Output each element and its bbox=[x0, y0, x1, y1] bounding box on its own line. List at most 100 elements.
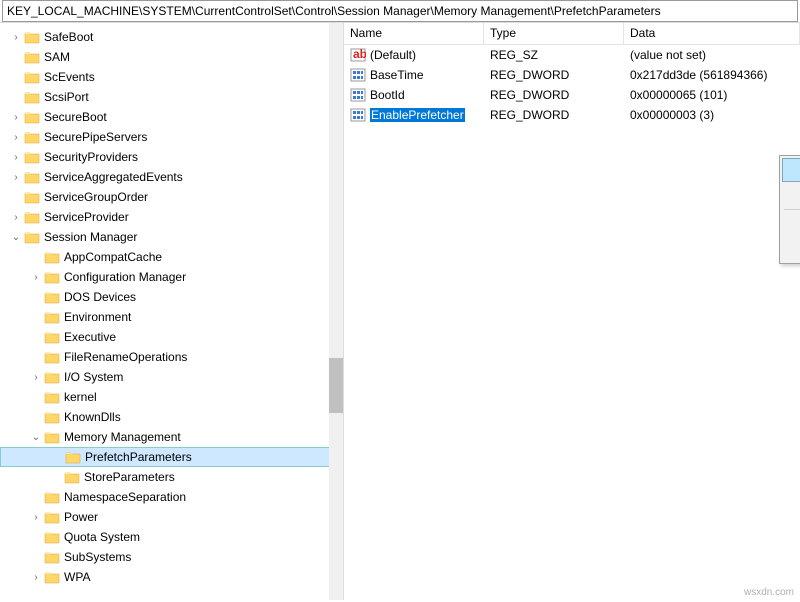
tree-label: KnownDlls bbox=[64, 410, 121, 424]
chevron-right-icon[interactable]: › bbox=[8, 209, 24, 225]
value-row[interactable]: BootIdREG_DWORD0x00000065 (101) bbox=[344, 85, 800, 105]
tree-item-scsiport[interactable]: ScsiPort bbox=[0, 87, 343, 107]
tree-label: SecurityProviders bbox=[44, 150, 138, 164]
menu-rename[interactable]: Rename bbox=[782, 237, 800, 261]
address-text: KEY_LOCAL_MACHINE\SYSTEM\CurrentControlS… bbox=[7, 4, 661, 18]
tree-label: ServiceAggregatedEvents bbox=[44, 170, 183, 184]
tree-label: ScEvents bbox=[44, 70, 95, 84]
folder-icon bbox=[24, 130, 40, 144]
tree-label: Configuration Manager bbox=[64, 270, 186, 284]
chevron-down-icon[interactable]: ⌄ bbox=[28, 429, 44, 445]
tree-item-appcompatcache[interactable]: AppCompatCache bbox=[0, 247, 343, 267]
value-type: REG_DWORD bbox=[484, 108, 624, 122]
tree-label: SecureBoot bbox=[44, 110, 107, 124]
reg-dword-icon bbox=[350, 68, 366, 82]
value-name: BaseTime bbox=[370, 68, 424, 82]
value-type: REG_DWORD bbox=[484, 88, 624, 102]
chevron-right-icon[interactable]: › bbox=[28, 369, 44, 385]
value-row[interactable]: BaseTimeREG_DWORD0x217dd3de (561894366) bbox=[344, 65, 800, 85]
tree-item-servicegrouporder[interactable]: ServiceGroupOrder bbox=[0, 187, 343, 207]
tree-item-subsystems[interactable]: SubSystems bbox=[0, 547, 343, 567]
folder-icon bbox=[44, 250, 60, 264]
tree-item-configuration-manager[interactable]: › Configuration Manager bbox=[0, 267, 343, 287]
col-header-data[interactable]: Data bbox=[624, 23, 800, 44]
menu-delete[interactable]: Delete bbox=[782, 213, 800, 237]
folder-icon bbox=[65, 450, 81, 464]
tree-item-kernel[interactable]: kernel bbox=[0, 387, 343, 407]
col-header-type[interactable]: Type bbox=[484, 23, 624, 44]
folder-icon bbox=[44, 350, 60, 364]
value-data: 0x00000003 (3) bbox=[624, 108, 800, 122]
folder-icon bbox=[44, 290, 60, 304]
value-row[interactable]: (Default)REG_SZ(value not set) bbox=[344, 45, 800, 65]
folder-icon bbox=[44, 430, 60, 444]
tree-pane[interactable]: ›SafeBootSAMScEventsScsiPort›SecureBoot›… bbox=[0, 23, 344, 600]
menu-separator bbox=[784, 209, 800, 210]
tree-item-environment[interactable]: Environment bbox=[0, 307, 343, 327]
reg-dword-icon bbox=[350, 108, 366, 122]
tree-label: AppCompatCache bbox=[64, 250, 162, 264]
chevron-right-icon[interactable]: › bbox=[28, 569, 44, 585]
tree-item-dos-devices[interactable]: DOS Devices bbox=[0, 287, 343, 307]
tree-item-safeboot[interactable]: › SafeBoot bbox=[0, 27, 343, 47]
tree-item-secureboot[interactable]: › SecureBoot bbox=[0, 107, 343, 127]
tree-item-session-manager[interactable]: ⌄ Session Manager bbox=[0, 227, 343, 247]
value-row[interactable]: EnablePrefetcherREG_DWORD0x00000003 (3) bbox=[344, 105, 800, 125]
folder-icon bbox=[44, 330, 60, 344]
folder-icon bbox=[24, 150, 40, 164]
scrollbar-track[interactable] bbox=[329, 23, 343, 600]
context-menu: Modify... Modify Binary Data... Delete R… bbox=[779, 155, 800, 264]
menu-modify-binary[interactable]: Modify Binary Data... bbox=[782, 182, 800, 206]
tree-item-serviceaggregatedevents[interactable]: › ServiceAggregatedEvents bbox=[0, 167, 343, 187]
tree-label: ScsiPort bbox=[44, 90, 89, 104]
tree-item-executive[interactable]: Executive bbox=[0, 327, 343, 347]
chevron-right-icon[interactable]: › bbox=[8, 109, 24, 125]
tree-item-securepipeservers[interactable]: ›SecurePipeServers bbox=[0, 127, 343, 147]
tree-item-quota-system[interactable]: Quota System bbox=[0, 527, 343, 547]
tree-item-storeparameters[interactable]: StoreParameters bbox=[0, 467, 343, 487]
tree-label: Memory Management bbox=[64, 430, 181, 444]
tree-item-power[interactable]: ›Power bbox=[0, 507, 343, 527]
chevron-down-icon[interactable]: ⌄ bbox=[8, 229, 24, 245]
tree-item-scevents[interactable]: ScEvents bbox=[0, 67, 343, 87]
reg-dword-icon bbox=[350, 88, 366, 102]
chevron-right-icon[interactable]: › bbox=[8, 169, 24, 185]
tree-item-i-o-system[interactable]: ›I/O System bbox=[0, 367, 343, 387]
address-bar[interactable]: KEY_LOCAL_MACHINE\SYSTEM\CurrentControlS… bbox=[2, 0, 798, 22]
tree-item-knowndlls[interactable]: KnownDlls bbox=[0, 407, 343, 427]
tree-label: SubSystems bbox=[64, 550, 131, 564]
folder-icon bbox=[44, 270, 60, 284]
chevron-right-icon[interactable]: › bbox=[28, 269, 44, 285]
tree-label: Executive bbox=[64, 330, 116, 344]
tree-item-prefetchparameters[interactable]: PrefetchParameters bbox=[0, 447, 343, 467]
tree-item-namespaceseparation[interactable]: NamespaceSeparation bbox=[0, 487, 343, 507]
folder-icon bbox=[24, 30, 40, 44]
scrollbar-thumb[interactable] bbox=[329, 358, 343, 413]
col-header-name[interactable]: Name bbox=[344, 23, 484, 44]
chevron-right-icon[interactable]: › bbox=[8, 129, 24, 145]
tree-label: Quota System bbox=[64, 530, 140, 544]
tree-item-sam[interactable]: SAM bbox=[0, 47, 343, 67]
folder-icon bbox=[24, 90, 40, 104]
chevron-right-icon[interactable]: › bbox=[8, 29, 24, 45]
tree-label: Environment bbox=[64, 310, 131, 324]
list-pane[interactable]: Name Type Data (Default)REG_SZ(value not… bbox=[344, 23, 800, 600]
tree-item-serviceprovider[interactable]: ›ServiceProvider bbox=[0, 207, 343, 227]
folder-icon bbox=[44, 570, 60, 584]
tree-label: ServiceGroupOrder bbox=[44, 190, 148, 204]
folder-icon bbox=[44, 370, 60, 384]
list-header: Name Type Data bbox=[344, 23, 800, 45]
chevron-right-icon[interactable]: › bbox=[8, 149, 24, 165]
tree-label: Session Manager bbox=[44, 230, 137, 244]
tree-item-wpa[interactable]: ›WPA bbox=[0, 567, 343, 587]
value-name: BootId bbox=[370, 88, 405, 102]
tree-label: SafeBoot bbox=[44, 30, 93, 44]
tree-item-memory-management[interactable]: ⌄ Memory Management bbox=[0, 427, 343, 447]
tree-item-securityproviders[interactable]: › SecurityProviders bbox=[0, 147, 343, 167]
tree-item-filerenameoperations[interactable]: FileRenameOperations bbox=[0, 347, 343, 367]
folder-icon bbox=[44, 530, 60, 544]
value-data: 0x217dd3de (561894366) bbox=[624, 68, 800, 82]
main-area: ›SafeBootSAMScEventsScsiPort›SecureBoot›… bbox=[0, 22, 800, 600]
chevron-right-icon[interactable]: › bbox=[28, 509, 44, 525]
menu-modify[interactable]: Modify... bbox=[782, 158, 800, 182]
